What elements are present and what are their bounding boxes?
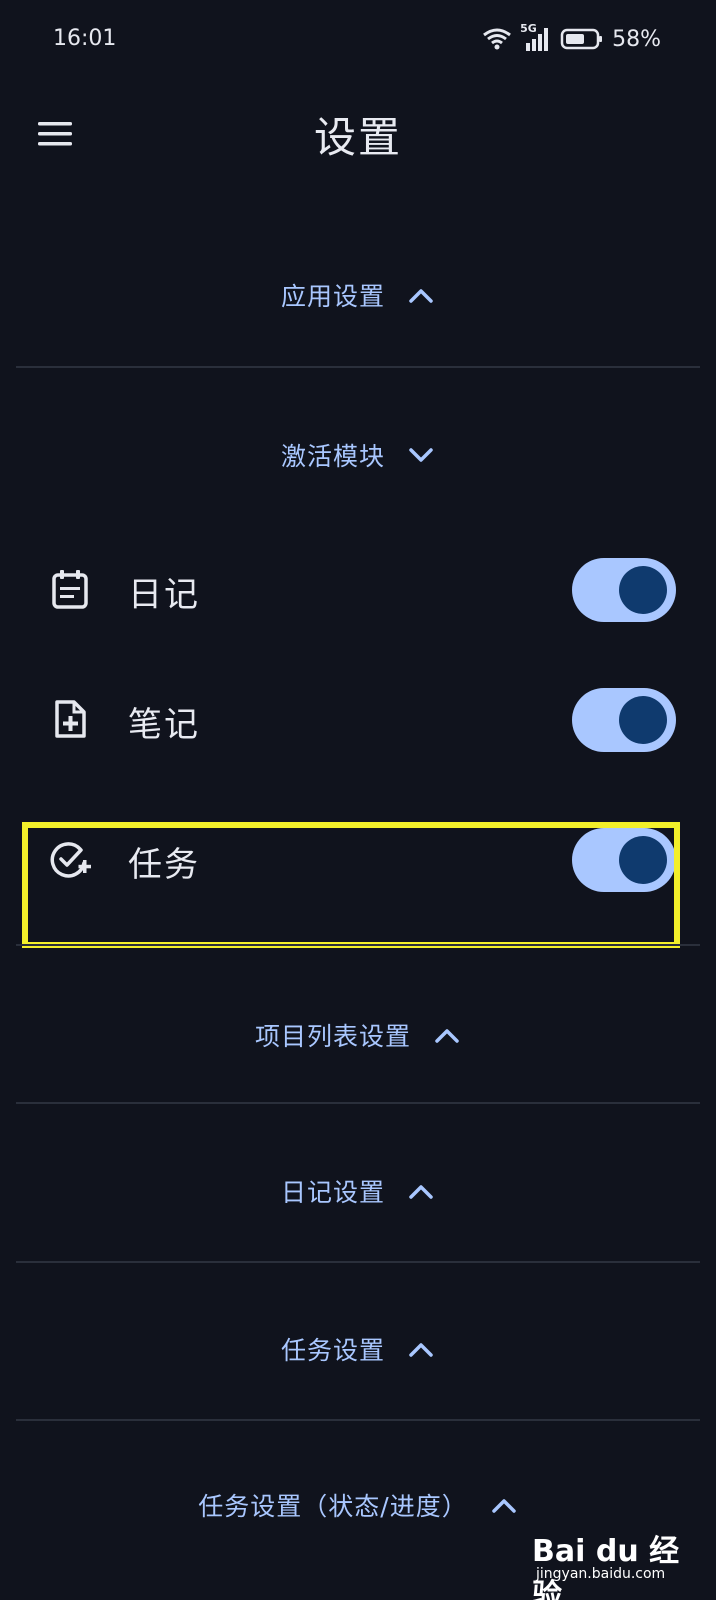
divider (16, 1261, 700, 1263)
note-add-icon (50, 699, 90, 739)
module-row-notes: 笔记 (16, 664, 700, 774)
chevron-up-icon (407, 285, 435, 305)
page-title: 设置 (313, 113, 402, 162)
chevron-up-icon (433, 1025, 461, 1045)
section-label: 任务设置 (280, 1336, 385, 1365)
diary-calendar-icon (50, 569, 90, 609)
section-project-list-settings[interactable]: 项目列表设置 (16, 990, 700, 1080)
chevron-up-icon (407, 1339, 435, 1359)
tasks-toggle[interactable] (572, 828, 676, 892)
section-label: 激活模块 (280, 442, 385, 471)
section-task-settings[interactable]: 任务设置 (16, 1304, 700, 1394)
chevron-down-icon (407, 445, 435, 465)
section-label: 项目列表设置 (254, 1022, 411, 1051)
module-label: 笔记 (128, 705, 200, 745)
status-time: 16:01 (53, 26, 117, 51)
task-check-add-icon (50, 839, 91, 879)
status-icons: 5G 58% (482, 22, 661, 54)
toggle-knob (619, 696, 667, 744)
toggle-knob (619, 836, 667, 884)
module-row-diary: 日记 (16, 534, 700, 644)
section-label: 任务设置（状态/进度） (198, 1492, 468, 1521)
section-activate-modules[interactable]: 激活模块 (16, 410, 700, 500)
battery-icon (560, 27, 604, 51)
chevron-up-icon (490, 1495, 518, 1515)
module-label: 日记 (128, 575, 200, 615)
chevron-up-icon (407, 1181, 435, 1201)
settings-screen: 16:01 5G 58% 设置 应用设置 激活模块 日记 笔记 任务 项目列表设… (0, 0, 716, 1600)
toggle-knob (619, 566, 667, 614)
diary-toggle[interactable] (572, 558, 676, 622)
wifi-icon (482, 27, 512, 51)
cellular-signal-icon: 5G (520, 22, 552, 53)
section-label: 应用设置 (280, 282, 385, 311)
section-diary-settings[interactable]: 日记设置 (16, 1146, 700, 1236)
divider (16, 944, 700, 946)
section-label: 日记设置 (280, 1178, 385, 1207)
battery-percentage: 58% (612, 26, 661, 52)
baidu-jingyan-watermark: Bai du 经验 jingyan.baidu.com (532, 1524, 702, 1600)
watermark-url: jingyan.baidu.com (536, 1566, 666, 1582)
watermark-brand: Bai du 经验 (532, 1534, 680, 1600)
divider (16, 366, 700, 368)
module-label: 任务 (128, 845, 200, 885)
status-bar: 16:01 5G 58% (0, 0, 716, 84)
section-app-settings[interactable]: 应用设置 (16, 250, 700, 340)
divider (16, 1102, 700, 1104)
divider (16, 1419, 700, 1421)
module-row-tasks: 任务 (16, 804, 700, 914)
notes-toggle[interactable] (572, 688, 676, 752)
